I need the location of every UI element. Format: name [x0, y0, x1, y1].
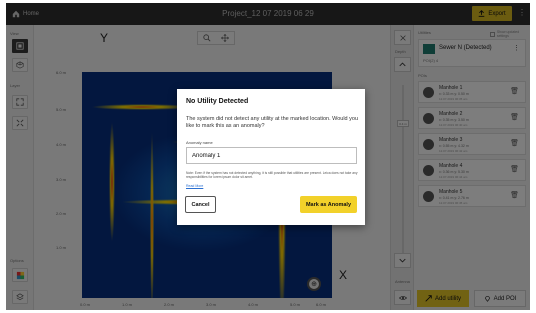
anomaly-name-label: Anomaly name — [186, 140, 213, 145]
dialog-note: Note: Even if the system has not detecte… — [186, 171, 358, 180]
dialog-body: The system did not detect any utility at… — [186, 116, 359, 129]
dialog-title: No Utility Detected — [186, 98, 249, 105]
mark-anomaly-button[interactable]: Mark as Anomaly — [300, 196, 357, 213]
read-more-link[interactable]: Read More — [186, 184, 203, 188]
anomaly-name-input[interactable] — [186, 147, 357, 164]
cancel-button[interactable]: Cancel — [185, 196, 216, 213]
no-utility-dialog: No Utility Detected The system did not d… — [177, 89, 365, 225]
